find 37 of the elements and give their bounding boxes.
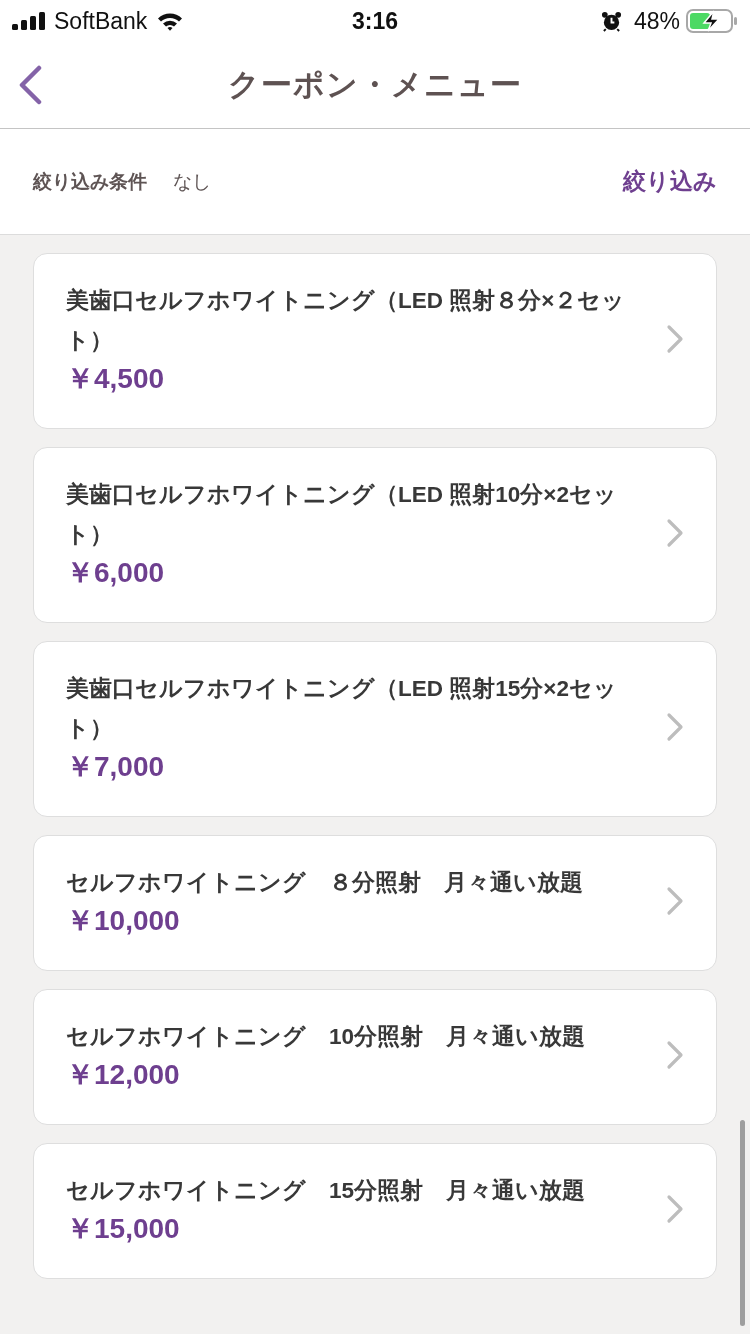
coupon-price: ￥6,000 xyxy=(66,556,166,590)
chevron-left-icon xyxy=(17,65,43,105)
coupon-title: セルフホワイトニング 10分照射 月々通い放題 xyxy=(66,1023,587,1051)
signal-icon xyxy=(12,12,46,30)
battery-percentage: 48% xyxy=(633,7,680,35)
coupon-price: ￥7,000 xyxy=(66,750,166,784)
alarm-clock-icon xyxy=(600,10,622,32)
chevron-right-icon xyxy=(666,1194,684,1224)
coupon-title: セルフホワイトニング 15分照射 月々通い放題 xyxy=(66,1177,587,1205)
coupon-title: 美歯口セルフホワイトニング（LED 照射８分×２セット） xyxy=(66,287,626,355)
coupon-card[interactable]: セルフホワイトニング 10分照射 月々通い放題 ￥12,000 xyxy=(33,989,717,1125)
battery-charging-icon xyxy=(686,9,738,33)
coupon-card[interactable]: セルフホワイトニング 15分照射 月々通い放題 ￥15,000 xyxy=(33,1143,717,1279)
chevron-right-icon xyxy=(666,886,684,916)
wifi-icon xyxy=(157,11,184,31)
chevron-right-icon xyxy=(666,1040,684,1070)
back-button[interactable] xyxy=(17,65,43,105)
coupon-price: ￥12,000 xyxy=(66,1058,181,1092)
coupon-price: ￥15,000 xyxy=(66,1212,181,1246)
coupon-card[interactable]: 美歯口セルフホワイトニング（LED 照射10分×2セット） ￥6,000 xyxy=(33,447,717,623)
time-text: 3:16 xyxy=(352,7,398,35)
filter-button[interactable]: 絞り込み xyxy=(623,166,717,197)
coupon-card[interactable]: セルフホワイトニング ８分照射 月々通い放題 ￥10,000 xyxy=(33,835,717,971)
coupon-title: 美歯口セルフホワイトニング（LED 照射10分×2セット） xyxy=(66,481,618,549)
chevron-right-icon xyxy=(666,518,684,548)
coupon-price: ￥10,000 xyxy=(66,904,181,938)
coupon-card[interactable]: 美歯口セルフホワイトニング（LED 照射15分×2セット） ￥7,000 xyxy=(33,641,717,817)
coupon-title: 美歯口セルフホワイトニング（LED 照射15分×2セット） xyxy=(66,675,618,743)
coupon-title: セルフホワイトニング ８分照射 月々通い放題 xyxy=(66,869,584,897)
coupon-price: ￥4,500 xyxy=(66,362,166,396)
page-title: クーポン・メニュー xyxy=(227,66,523,104)
filter-label: 絞り込み条件 xyxy=(33,169,147,194)
chevron-right-icon xyxy=(666,712,684,742)
coupon-card[interactable]: 美歯口セルフホワイトニング（LED 照射８分×２セット） ￥4,500 xyxy=(33,253,717,429)
chevron-right-icon xyxy=(666,324,684,354)
filter-value: なし xyxy=(173,169,211,194)
carrier-name: SoftBank xyxy=(54,7,148,35)
